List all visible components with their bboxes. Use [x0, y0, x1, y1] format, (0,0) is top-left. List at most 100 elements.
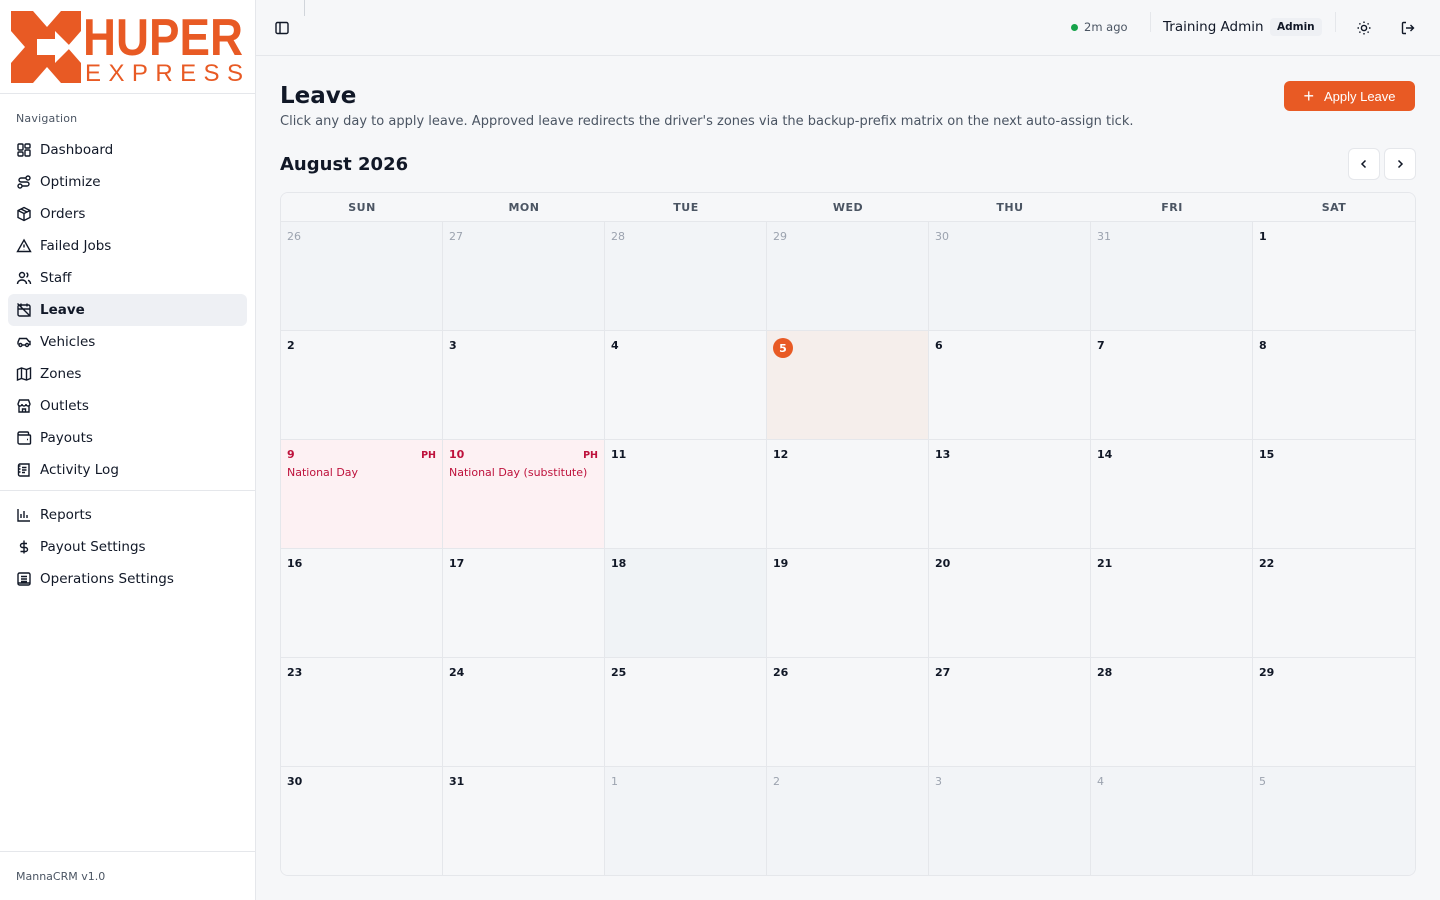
calendar-day[interactable]: 7 — [1091, 331, 1253, 440]
day-number: 29 — [773, 230, 787, 243]
calendar-day[interactable]: 4 — [605, 331, 767, 440]
sidebar-item-staff[interactable]: Staff — [8, 262, 247, 294]
brand-logo[interactable]: HUPER EXPRESS — [0, 0, 255, 94]
calendar-day[interactable]: 11 — [605, 440, 767, 549]
sidebar-item-optimize[interactable]: Optimize — [8, 166, 247, 198]
calendar-day[interactable]: 31 — [1091, 222, 1253, 331]
chevron-left-icon — [1360, 159, 1367, 169]
next-month-button[interactable] — [1384, 148, 1416, 180]
calendar-day[interactable]: 29 — [767, 222, 929, 331]
day-number: 28 — [611, 230, 625, 243]
calendar-day[interactable]: 16 — [281, 549, 443, 658]
sidebar-item-leave[interactable]: Leave — [8, 294, 247, 326]
sidebar-item-operations-settings[interactable]: Operations Settings — [8, 563, 247, 595]
day-number: 5 — [1259, 775, 1266, 788]
calendar-day[interactable]: 28 — [1091, 658, 1253, 767]
sidebar-item-failed-jobs[interactable]: Failed Jobs — [8, 230, 247, 262]
topbar-divider — [304, 0, 305, 16]
sidebar-item-label: Staff — [40, 270, 72, 286]
calendar-day[interactable]: 3 — [443, 331, 605, 440]
sidebar-item-payout-settings[interactable]: Payout Settings — [8, 531, 247, 563]
month-title: August 2026 — [280, 154, 409, 175]
page-title: Leave — [280, 83, 357, 109]
calendar-day[interactable]: 1 — [1253, 222, 1415, 331]
day-number: 2 — [773, 775, 780, 788]
calendar-day[interactable]: 6 — [929, 331, 1091, 440]
calendar-day[interactable]: 27 — [929, 658, 1091, 767]
calendar-day[interactable]: 1 — [605, 767, 767, 875]
sidebar-toggle-button[interactable] — [272, 18, 292, 38]
calendar-day[interactable]: 19 — [767, 549, 929, 658]
alert-triangle-icon — [16, 238, 32, 253]
calendar-day[interactable]: 20 — [929, 549, 1091, 658]
calendar-day[interactable]: 12 — [767, 440, 929, 549]
calendar-day[interactable]: 23 — [281, 658, 443, 767]
sun-icon — [1357, 21, 1371, 35]
logout-button[interactable] — [1397, 17, 1419, 39]
calendar-day[interactable]: 30 — [281, 767, 443, 875]
calendar-day[interactable]: 13 — [929, 440, 1091, 549]
calendar-day[interactable]: 25 — [605, 658, 767, 767]
sidebar-item-outlets[interactable]: Outlets — [8, 390, 247, 422]
layout-grid-icon — [17, 143, 31, 157]
day-number: 28 — [1097, 666, 1113, 679]
calendar-day[interactable]: 28 — [605, 222, 767, 331]
day-number: 31 — [449, 775, 465, 788]
prev-month-button[interactable] — [1348, 148, 1380, 180]
day-number: 30 — [287, 775, 303, 788]
calendar-day[interactable]: 3 — [929, 767, 1091, 875]
day-number: 13 — [935, 448, 951, 461]
calendar-day[interactable]: 2 — [281, 331, 443, 440]
sidebar-item-dashboard[interactable]: Dashboard — [8, 134, 247, 166]
calendar-day[interactable]: 29 — [1253, 658, 1415, 767]
day-number: 26 — [287, 230, 301, 243]
calendar-day[interactable]: 21 — [1091, 549, 1253, 658]
day-number: 22 — [1259, 557, 1275, 570]
apply-leave-button[interactable]: + Apply Leave — [1284, 81, 1415, 111]
sidebar-item-label: Reports — [40, 507, 92, 523]
calendar-day[interactable]: 24 — [443, 658, 605, 767]
settings-icon — [17, 572, 31, 586]
panel-left-icon — [275, 21, 289, 35]
store-icon — [17, 399, 31, 413]
calendar-day[interactable]: 2 — [767, 767, 929, 875]
theme-toggle-button[interactable] — [1353, 17, 1375, 39]
sidebar-item-reports[interactable]: Reports — [8, 499, 247, 531]
calendar-day-holiday[interactable]: 10 PH National Day (substitute) — [443, 440, 605, 549]
sidebar-item-payouts[interactable]: Payouts — [8, 422, 247, 454]
day-number: 11 — [611, 448, 627, 461]
day-number: 1 — [611, 775, 618, 788]
sidebar-item-vehicles[interactable]: Vehicles — [8, 326, 247, 358]
sidebar-item-zones[interactable]: Zones — [8, 358, 247, 390]
day-number: 26 — [773, 666, 789, 679]
day-number: 29 — [1259, 666, 1275, 679]
calendar-day-today[interactable]: 5 — [767, 331, 929, 440]
status-dot-icon — [1071, 23, 1078, 31]
calendar-day[interactable]: 22 — [1253, 549, 1415, 658]
calendar-day-holiday[interactable]: 9 PH National Day — [281, 440, 443, 549]
calendar-day[interactable]: 4 — [1091, 767, 1253, 875]
calendar-day[interactable]: 27 — [443, 222, 605, 331]
calendar-day[interactable]: 5 — [1253, 767, 1415, 875]
calendar-day[interactable]: 31 — [443, 767, 605, 875]
calendar-day[interactable]: 8 — [1253, 331, 1415, 440]
status-text: 2m ago — [1084, 20, 1128, 34]
sidebar-item-label: Orders — [40, 206, 86, 222]
day-number: 7 — [1097, 339, 1105, 352]
calendar-day[interactable]: 15 — [1253, 440, 1415, 549]
sidebar: HUPER EXPRESS Navigation Dashboard Optim… — [0, 0, 256, 900]
day-number: 17 — [449, 557, 465, 570]
day-number: 4 — [1097, 775, 1104, 788]
calendar-day[interactable]: 26 — [767, 658, 929, 767]
calendar-day[interactable]: 30 — [929, 222, 1091, 331]
day-number: 1 — [1259, 230, 1267, 243]
day-number: 6 — [935, 339, 943, 352]
calendar-day[interactable]: 17 — [443, 549, 605, 658]
calendar-day[interactable]: 18 — [605, 549, 767, 658]
calendar-grid: 26 27 28 29 30 31 1 2 3 4 5 6 7 8 9 PH National Day 10 PH N… — [281, 222, 1415, 875]
role-badge: Admin — [1270, 18, 1322, 36]
sidebar-item-activity-log[interactable]: Activity Log — [8, 454, 247, 486]
calendar-day[interactable]: 14 — [1091, 440, 1253, 549]
calendar-day[interactable]: 26 — [281, 222, 443, 331]
sidebar-item-orders[interactable]: Orders — [8, 198, 247, 230]
